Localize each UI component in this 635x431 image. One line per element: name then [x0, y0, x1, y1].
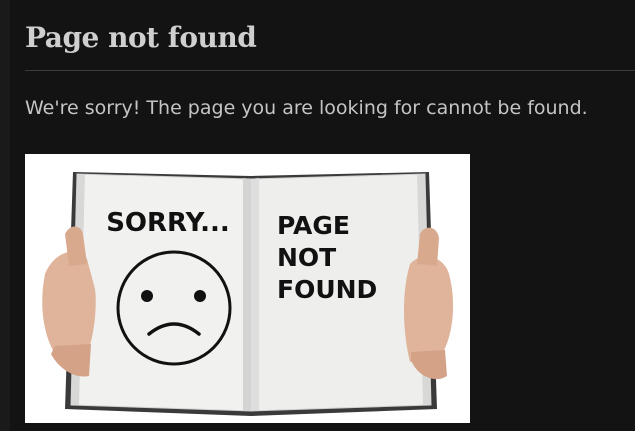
sorry-text: SORRY... [106, 208, 230, 238]
page-not-found-line-1: PAGE [277, 211, 350, 240]
main-content: Page not found We're sorry! The page you… [10, 0, 635, 431]
error-message: We're sorry! The page you are looking fo… [25, 97, 588, 119]
page-wrapper: Page not found We're sorry! The page you… [0, 0, 635, 431]
page-not-found-line-3: FOUND [277, 275, 377, 304]
sorry-book-image: SORRY... PAGE NOT FOUND [25, 154, 470, 423]
page-title: Page not found [25, 21, 257, 54]
page-not-found-line-2: NOT [277, 243, 336, 272]
title-divider [25, 70, 635, 71]
